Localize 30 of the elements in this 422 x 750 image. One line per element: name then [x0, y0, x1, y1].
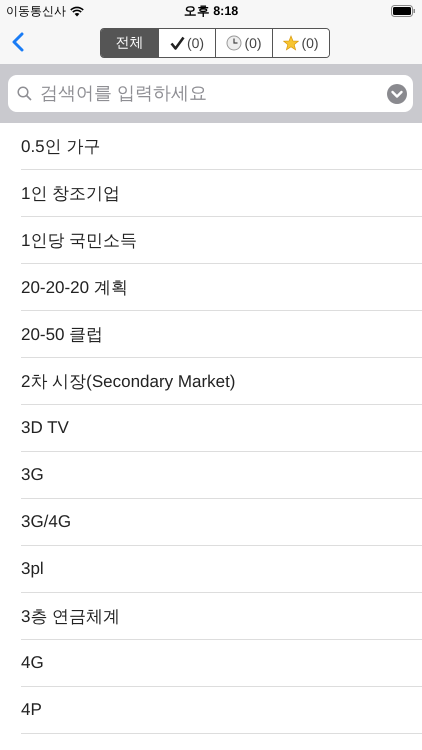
term-item[interactable]: 4G — [21, 653, 44, 673]
term-item[interactable]: 3G/4G — [21, 512, 72, 532]
chevron-left-icon — [12, 32, 24, 52]
dropdown-button[interactable] — [387, 84, 407, 104]
back-button[interactable] — [12, 32, 24, 52]
term-item[interactable]: 3pl — [21, 559, 44, 579]
filter-tab[interactable]: (0) — [158, 29, 215, 57]
term-item[interactable]: 20-20-20 계획 — [21, 276, 128, 298]
term-item[interactable]: 0.5인 가구 — [21, 134, 100, 158]
term-item[interactable]: 3G — [21, 465, 44, 485]
term-item[interactable]: 1인 창조기업 — [21, 182, 120, 204]
checkmark-icon — [170, 36, 185, 50]
battery-icon — [391, 5, 416, 17]
term-item[interactable]: 3D TV — [21, 418, 69, 438]
clock-time: 오후 8:18 — [184, 2, 238, 20]
term-item[interactable]: 3층 연금체계 — [21, 604, 120, 628]
term-item[interactable]: 2차 시장(Secondary Market) — [21, 370, 236, 392]
filter-tab[interactable]: (0) — [272, 29, 329, 57]
star-icon — [283, 35, 300, 51]
term-item[interactable]: 20-50 클럽 — [21, 322, 104, 346]
filter-tab[interactable]: 전체 — [101, 29, 158, 57]
term-item[interactable]: 1인당 국민소득 — [21, 228, 138, 252]
search-field[interactable]: 검색어를 입력하세요 — [8, 75, 413, 112]
clock-icon — [226, 35, 242, 51]
search-icon — [17, 86, 32, 101]
term-item[interactable]: 4P — [21, 700, 42, 720]
filter-tab[interactable]: (0) — [215, 29, 272, 57]
carrier-name: 이동통신사 — [6, 2, 66, 20]
chevron-down-icon — [387, 84, 407, 104]
wifi-icon — [70, 6, 84, 16]
